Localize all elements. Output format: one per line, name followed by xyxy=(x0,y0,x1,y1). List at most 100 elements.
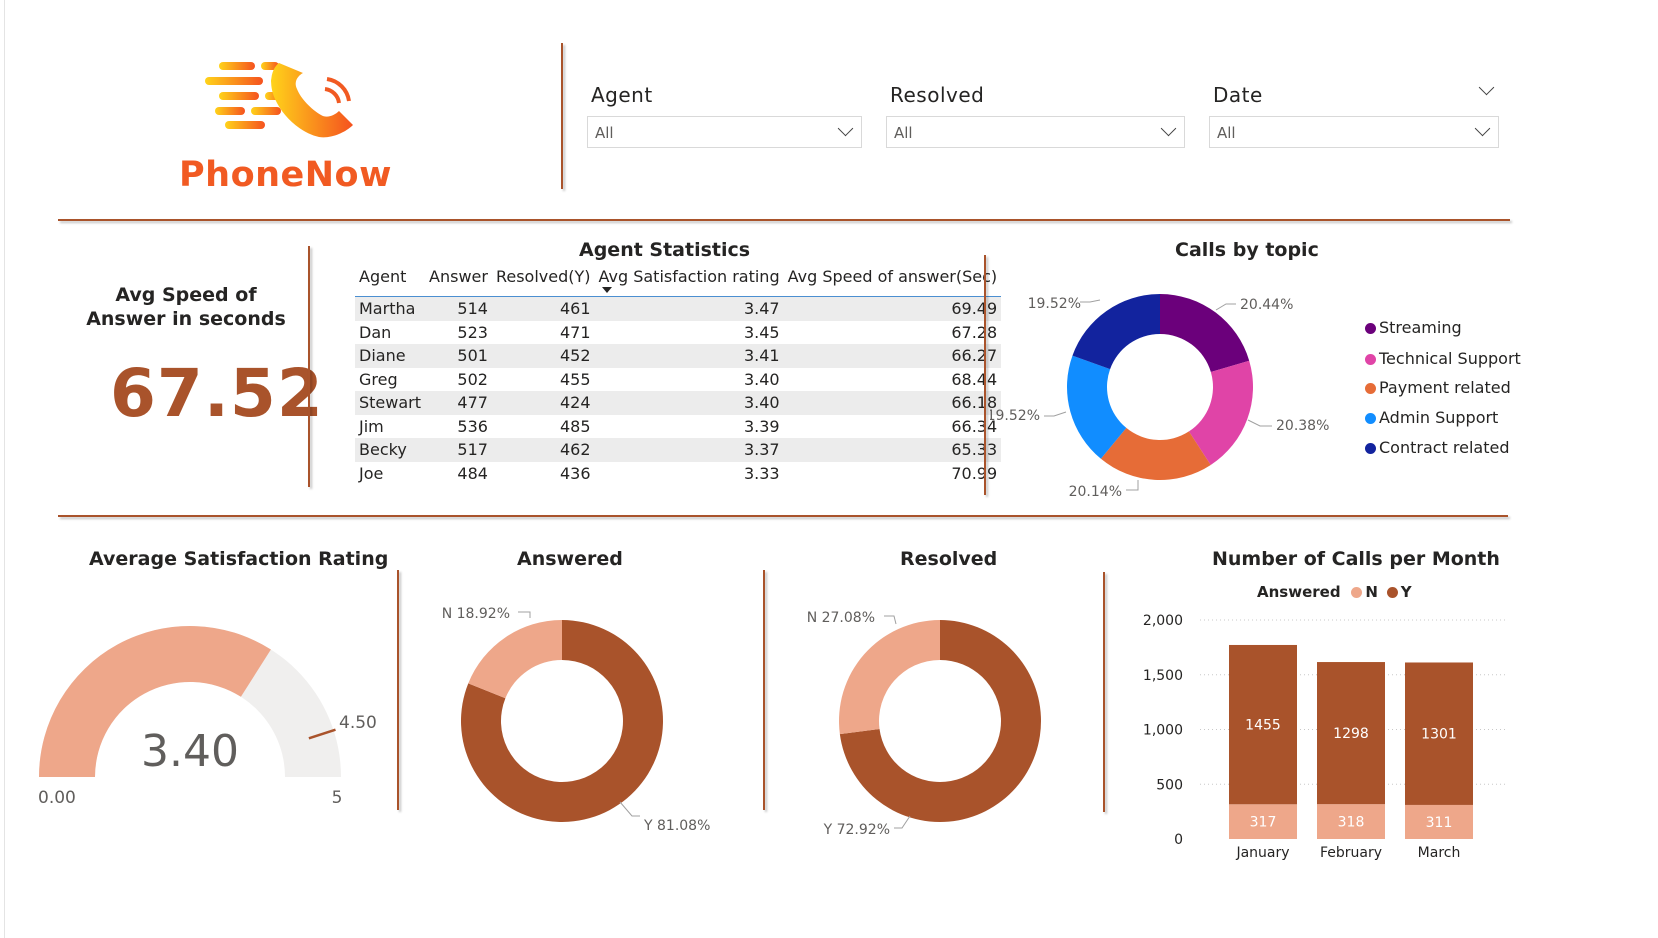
gauge-value-label: 3.40 xyxy=(141,726,239,777)
topic-donut-leader-line xyxy=(1247,419,1272,427)
resolved-filter-dropdown[interactable]: All xyxy=(886,116,1185,148)
kpi-title: Avg Speed of Answer in seconds xyxy=(86,284,286,330)
table-row: Dan 523 471 3.45 67.28 xyxy=(359,322,998,342)
legend-marker xyxy=(1365,323,1376,334)
resolved-donut-chart: Y 72.92% N 27.08% xyxy=(807,610,1041,838)
table-divider xyxy=(984,255,986,495)
agent-filter-dropdown[interactable]: All xyxy=(587,116,862,148)
table-header-row: Agent Answer Resolved(Y) Avg Satisfactio… xyxy=(355,267,1002,297)
col-header-satisfaction-label: Avg Satisfaction rating xyxy=(598,267,780,286)
table-row: Joe 484 436 3.33 70.99 xyxy=(359,463,998,483)
answered-donut-data-label: Y 81.08% xyxy=(643,818,710,834)
topic-donut-slice-contract-related[interactable] xyxy=(1072,294,1160,370)
date-filter-expand-chevron-icon[interactable] xyxy=(1478,79,1495,96)
chevron-down-icon xyxy=(1160,120,1177,137)
middle-horizontal-divider xyxy=(58,515,1508,517)
resolved-donut-data-label: Y 72.92% xyxy=(823,822,890,838)
agent-table-title: Agent Statistics xyxy=(579,239,751,261)
gauge-divider xyxy=(397,570,399,810)
phonenow-logo: PhoneNow xyxy=(175,55,392,195)
topic-donut-data-label: 19.52% xyxy=(1028,296,1081,312)
table-row: Diane 501 452 3.41 66.27 xyxy=(355,344,1002,368)
topic-donut-data-label: 20.44% xyxy=(1240,297,1293,313)
legend-n-marker xyxy=(1351,587,1363,598)
agent-filter-label: Agent xyxy=(591,83,653,107)
topic-donut-chart: 20.44% 20.38% 20.14% 19.52% 19.52% xyxy=(990,294,1329,500)
y-tick-label: 1,000 xyxy=(1143,723,1183,739)
answered-divider xyxy=(763,570,765,810)
topic-legend-item[interactable]: Payment related xyxy=(1365,378,1511,397)
bar-data-label: 318 xyxy=(1338,815,1365,831)
legend-marker xyxy=(1365,443,1376,454)
y-tick-label: 2,000 xyxy=(1143,613,1183,629)
topic-legend-item[interactable]: Streaming xyxy=(1365,318,1462,337)
satisfaction-gauge: 3.40 0.00 5 4.50 xyxy=(38,626,377,808)
date-filter-label: Date xyxy=(1213,83,1263,107)
calls-month-title: Number of Calls per Month xyxy=(1212,548,1500,570)
table-row: Martha 514 461 3.47 69.49 xyxy=(355,296,1002,321)
page-border xyxy=(4,0,5,938)
col-header-satisfaction[interactable]: Avg Satisfaction rating xyxy=(594,267,784,297)
legend-y-label: Y xyxy=(1400,583,1412,601)
bar-data-label: 317 xyxy=(1250,815,1277,831)
bar-data-label: 1301 xyxy=(1421,727,1457,743)
header-horizontal-divider xyxy=(58,219,1510,221)
topic-donut-leader-line xyxy=(1215,303,1236,311)
topic-donut-slice-streaming[interactable] xyxy=(1160,294,1250,373)
chevron-down-icon xyxy=(837,120,854,137)
resolved-title: Resolved xyxy=(900,548,998,570)
legend-label: Contract related xyxy=(1379,438,1510,457)
topic-chart-title: Calls by topic xyxy=(1175,239,1319,261)
legend-n-label: N xyxy=(1365,583,1378,601)
topic-donut-leader-line xyxy=(1044,411,1067,417)
header-vertical-divider xyxy=(561,43,563,189)
resolved-divider xyxy=(1103,572,1105,812)
legend-marker xyxy=(1365,383,1376,394)
table-row: Greg 502 455 3.40 68.44 xyxy=(359,369,998,389)
stats-table: Agent Answer Resolved(Y) Avg Satisfactio… xyxy=(355,267,1002,485)
topic-legend-item[interactable]: Technical Support xyxy=(1365,349,1521,368)
brand-name: PhoneNow xyxy=(179,155,392,195)
resolved-donut-data-label: N 27.08% xyxy=(807,610,875,626)
topic-donut-data-label: 20.14% xyxy=(1069,484,1122,500)
answered-title: Answered xyxy=(517,548,623,570)
agent-filter-value: All xyxy=(595,124,614,142)
phone-logo-icon xyxy=(205,62,353,138)
gauge-target-label: 4.50 xyxy=(339,713,377,733)
legend-label: Payment related xyxy=(1379,378,1511,397)
topic-donut-data-label: 19.52% xyxy=(990,408,1040,424)
legend-title: Answered xyxy=(1257,583,1341,601)
sort-descending-icon xyxy=(601,287,612,293)
col-header-agent[interactable]: Agent xyxy=(355,267,426,297)
col-header-answer[interactable]: Answer xyxy=(425,267,492,297)
bar-data-label: 1298 xyxy=(1333,726,1369,742)
resolved-donut-slice-n[interactable] xyxy=(839,620,940,735)
col-header-speed[interactable]: Avg Speed of answer(Sec) xyxy=(783,267,1002,297)
answered-donut-slice-n[interactable] xyxy=(468,620,562,699)
kpi-value: 67.52 xyxy=(110,355,324,432)
table-row: Becky 517 462 3.37 65.33 xyxy=(355,438,1002,462)
topic-legend-item[interactable]: Contract related xyxy=(1365,438,1510,457)
chevron-down-icon xyxy=(1474,120,1491,137)
answered-donut-data-label: N 18.92% xyxy=(442,606,510,622)
resolved-donut-leader-line xyxy=(884,615,897,625)
answered-donut-chart: Y 81.08% N 18.92% xyxy=(442,606,711,834)
bar-data-label: 311 xyxy=(1426,815,1453,831)
legend-y-marker xyxy=(1386,587,1398,598)
date-filter-dropdown[interactable]: All xyxy=(1209,116,1499,148)
legend-label: Streaming xyxy=(1379,318,1462,337)
topic-legend-item[interactable]: Admin Support xyxy=(1365,408,1498,427)
resolved-donut-leader-line xyxy=(894,815,911,829)
agent-statistics-table: Agent Answer Resolved(Y) Avg Satisfactio… xyxy=(355,267,1002,485)
table-row: Stewart 477 424 3.40 66.18 xyxy=(355,391,1002,415)
col-header-resolved[interactable]: Resolved(Y) xyxy=(491,267,595,297)
x-tick-label: March xyxy=(1418,845,1461,861)
table-row: Jim 536 485 3.39 66.34 xyxy=(359,416,998,436)
kpi-divider xyxy=(308,246,310,487)
date-filter-value: All xyxy=(1217,124,1236,142)
x-tick-label: January xyxy=(1235,845,1289,861)
topic-donut-data-label: 20.38% xyxy=(1276,418,1329,434)
answered-donut-leader-line xyxy=(518,611,531,618)
answered-donut-leader-line xyxy=(619,801,640,817)
y-tick-label: 1,500 xyxy=(1143,668,1183,684)
